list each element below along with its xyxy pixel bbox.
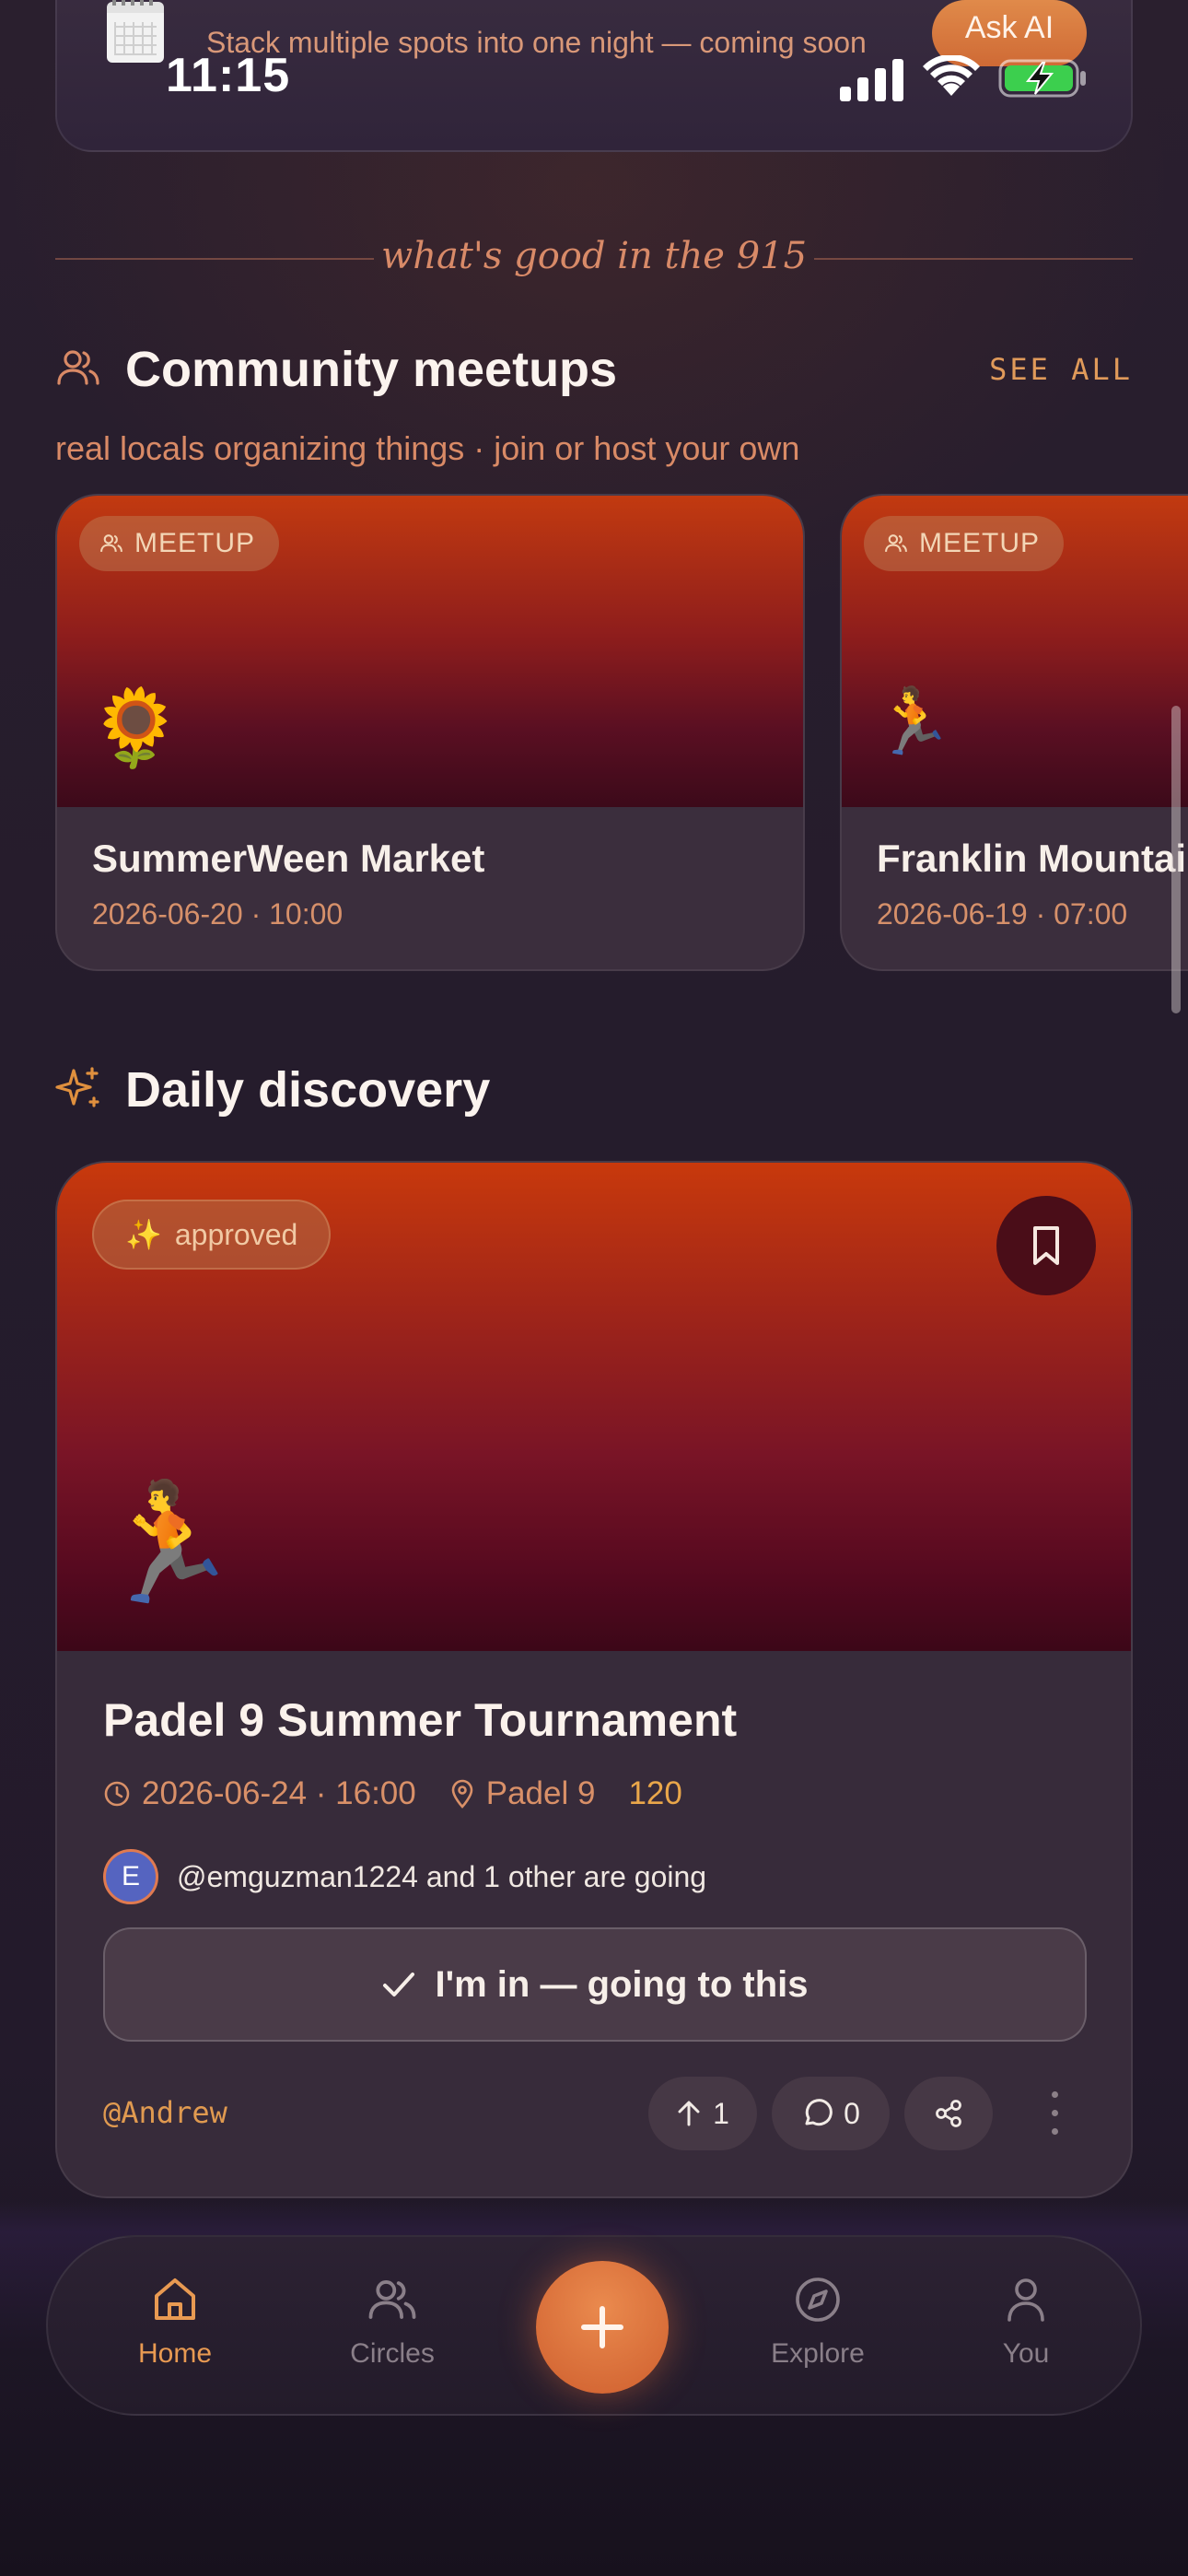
- approved-label: approved: [174, 1217, 298, 1251]
- sparkles-icon: ✨: [125, 1218, 162, 1251]
- see-all-link[interactable]: SEE ALL: [989, 352, 1133, 387]
- nav-circles[interactable]: Circles: [319, 2274, 466, 2394]
- nav-you-label: You: [1002, 2338, 1050, 2369]
- section-divider: what's good in the 915: [55, 235, 1133, 281]
- divider-line-right: [814, 258, 1133, 260]
- nav-you[interactable]: You: [952, 2274, 1100, 2394]
- status-icons: [840, 53, 1089, 101]
- upvote-button[interactable]: 1: [648, 2077, 757, 2150]
- bottom-nav: Home Circles Explore You: [46, 2235, 1142, 2416]
- meetup-tag: MEETUP: [864, 516, 1065, 571]
- upvote-count: 1: [713, 2096, 729, 2130]
- user-icon: [1007, 2278, 1044, 2322]
- runner-icon: 🏃: [96, 1478, 240, 1608]
- discovery-card[interactable]: ✨ approved 🏃 Padel 9 Summer Tournament 2…: [55, 1161, 1133, 2198]
- bookmark-icon: [1033, 1226, 1059, 1265]
- comment-count: 0: [844, 2096, 860, 2130]
- home-screen: Stack multiple spots into one night — co…: [0, 0, 1188, 2576]
- meetup-tag-label: MEETUP: [134, 528, 256, 558]
- meetup-card[interactable]: MEETUP 🌻 SummerWeen Market 2026-06-20 · …: [55, 494, 805, 971]
- rsvp-label: I'm in — going to this: [435, 1963, 809, 2005]
- people-icon: [57, 350, 99, 385]
- people-icon: [368, 2280, 416, 2319]
- approved-badge: ✨ approved: [92, 1200, 332, 1270]
- status-time: 11:15: [166, 49, 291, 102]
- event-datetime-text: 2026-06-24 · 16:00: [142, 1775, 416, 1811]
- attendees-row[interactable]: E @emguzman1224 and 1 other are going: [103, 1848, 706, 1905]
- meetups-header: Community meetups SEE ALL: [55, 335, 1133, 400]
- meetup-name: Franklin Mountains: [877, 837, 1188, 880]
- battery-charging-icon: [998, 59, 1086, 98]
- banner-text: Stack multiple spots into one night — co…: [206, 26, 867, 59]
- author-handle[interactable]: @Andrew: [103, 2095, 227, 2130]
- avatar: E: [103, 1849, 158, 1904]
- meetup-tag-label: MEETUP: [919, 528, 1041, 558]
- sparkles-icon: [55, 1067, 99, 1107]
- event-datetime: 2026-06-24 · 16:00: [103, 1775, 416, 1812]
- comment-button[interactable]: 0: [772, 2077, 890, 2150]
- people-icon: [885, 534, 907, 552]
- checkmark-icon: [383, 1973, 415, 1996]
- people-icon: [100, 534, 122, 552]
- event-venue-text: Padel 9: [485, 1775, 596, 1811]
- event-meta: 2026-06-24 · 16:00 Padel 9 120: [103, 1771, 716, 1817]
- meetup-datetime: 2026-06-20 · 10:00: [92, 897, 344, 931]
- runner-icon: 🏃: [873, 685, 954, 757]
- meetups-title: Community meetups: [125, 342, 618, 397]
- nav-home[interactable]: Home: [101, 2274, 249, 2394]
- nav-home-label: Home: [137, 2338, 213, 2369]
- nav-explore-label: Explore: [771, 2338, 865, 2369]
- rsvp-button[interactable]: I'm in — going to this: [103, 1927, 1087, 2042]
- comment-icon: [805, 2099, 833, 2126]
- sunflower-icon: 🌻: [88, 686, 183, 770]
- meetup-datetime: 2026-06-19 · 07:00: [877, 897, 1128, 931]
- cellular-signal-icon: [840, 53, 904, 101]
- meetup-tag: MEETUP: [79, 516, 280, 571]
- plus-icon: [581, 2306, 623, 2348]
- clock-icon: [104, 1781, 130, 1807]
- discovery-header: Daily discovery: [55, 1056, 1133, 1120]
- arrow-up-icon: [678, 2101, 700, 2126]
- create-button[interactable]: [536, 2261, 669, 2394]
- scrollbar[interactable]: [1171, 706, 1181, 1013]
- bookmark-button[interactable]: [996, 1196, 1096, 1295]
- meetup-name: SummerWeen Market: [92, 837, 485, 880]
- event-title: Padel 9 Summer Tournament: [103, 1694, 738, 1746]
- nav-explore[interactable]: Explore: [744, 2274, 891, 2394]
- discovery-title: Daily discovery: [125, 1062, 491, 1118]
- event-count: 120: [628, 1775, 682, 1811]
- compass-icon: [796, 2277, 840, 2322]
- share-button[interactable]: [904, 2077, 993, 2150]
- wifi-icon: [923, 55, 980, 96]
- divider-text: what's good in the 915: [380, 235, 808, 277]
- calendar-icon: [107, 0, 164, 63]
- share-icon: [936, 2100, 961, 2127]
- home-icon: [155, 2278, 195, 2320]
- meetups-subtitle: real locals organizing things · join or …: [55, 429, 800, 467]
- attendees-text: @emguzman1224 and 1 other are going: [177, 1859, 707, 1893]
- meetup-card[interactable]: MEETUP 🏃 Franklin Mountains 2026-06-19 ·…: [840, 494, 1188, 971]
- location-pin-icon: [451, 1779, 473, 1809]
- event-venue[interactable]: Padel 9: [449, 1775, 596, 1812]
- nav-circles-label: Circles: [350, 2338, 435, 2369]
- more-options-icon[interactable]: [1041, 2088, 1068, 2139]
